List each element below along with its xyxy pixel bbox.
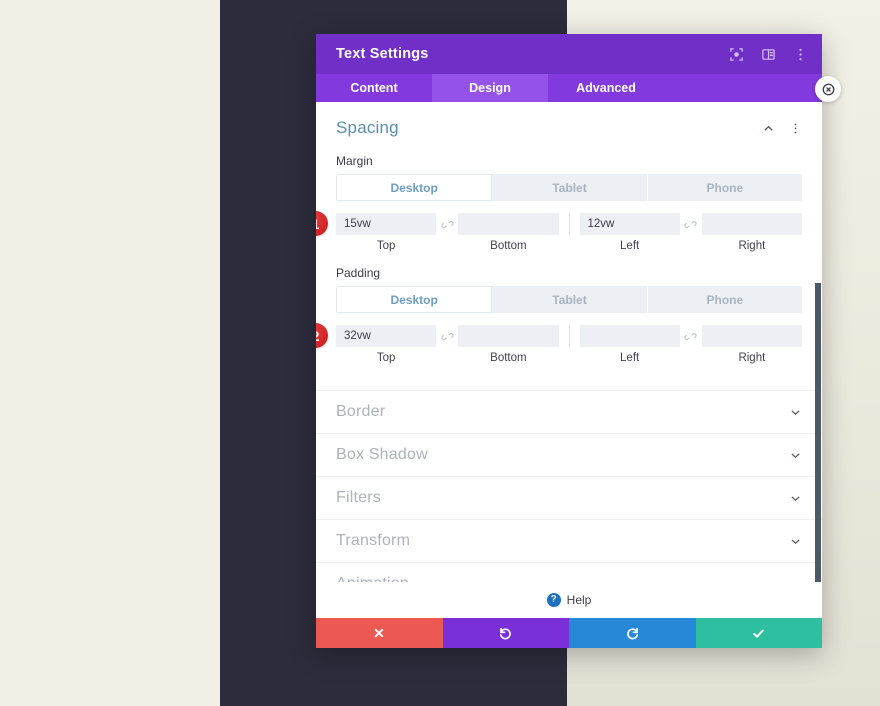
header-icon-group	[728, 46, 808, 62]
margin-bottom-field: Bottom	[458, 213, 559, 252]
annotation-badge-2: 2	[316, 323, 328, 348]
padding-left-caption: Left	[620, 352, 640, 364]
padding-left-input[interactable]	[579, 325, 680, 347]
padding-top-caption: Top	[376, 352, 396, 364]
annotation-badge-1: 1	[316, 211, 328, 236]
margin-device-desktop[interactable]: Desktop	[336, 174, 493, 201]
margin-top-field: Top	[336, 213, 437, 252]
help-label: Help	[566, 593, 592, 607]
tab-advanced[interactable]: Advanced	[548, 74, 664, 102]
padding-bottom-caption: Bottom	[490, 352, 527, 364]
chevron-down-icon[interactable]	[789, 578, 802, 582]
undo-button[interactable]	[442, 618, 569, 648]
padding-device-desktop[interactable]: Desktop	[336, 286, 493, 313]
section-label-box-shadow: Box Shadow	[336, 446, 428, 463]
page-title: Text Settings	[336, 46, 429, 62]
save-button[interactable]	[695, 618, 822, 648]
modal-scroll-body: Spacing Margin Desktop Tablet Phone 15vw…	[316, 102, 822, 582]
padding-top-field: Top	[336, 325, 437, 364]
modal-scrollbar-thumb[interactable]	[815, 283, 821, 582]
padding-divider	[568, 325, 570, 347]
chevron-down-icon[interactable]	[789, 449, 802, 462]
padding-device-toggle: Desktop Tablet Phone	[336, 286, 802, 313]
section-row-box-shadow[interactable]: Box Shadow	[316, 433, 822, 476]
margin-left-field: Left	[579, 213, 680, 252]
spacing-section-title: Spacing	[336, 118, 399, 137]
padding-device-phone[interactable]: Phone	[647, 286, 802, 313]
margin-left-input[interactable]	[579, 213, 680, 235]
margin-device-phone[interactable]: Phone	[647, 174, 802, 201]
section-row-animation[interactable]: Animation	[316, 562, 822, 582]
margin-top-caption: Top	[376, 240, 396, 252]
text-settings-modal: Text Settings Content Design Advanced Sp…	[316, 34, 841, 648]
padding-bottom-input[interactable]	[458, 325, 559, 347]
padding-left-field: Left	[579, 325, 680, 364]
padding-inputs-row: 2 Top Bottom	[316, 323, 802, 364]
padding-right-caption: Right	[738, 352, 766, 364]
close-modal-button[interactable]	[815, 76, 841, 102]
tab-bar: Content Design Advanced	[316, 74, 822, 102]
padding-horizontal-group: Left Right	[579, 325, 802, 364]
chevron-down-icon[interactable]	[789, 535, 802, 548]
padding-label: Padding	[336, 266, 381, 280]
padding-bottom-field: Bottom	[458, 325, 559, 364]
section-row-border[interactable]: Border	[316, 390, 822, 433]
margin-right-input[interactable]	[701, 213, 802, 235]
spacing-section-header: Spacing	[336, 102, 802, 150]
section-row-transform[interactable]: Transform	[316, 519, 822, 562]
margin-left-caption: Left	[620, 240, 640, 252]
chevron-up-icon[interactable]	[762, 122, 775, 135]
chevron-down-icon[interactable]	[789, 492, 802, 505]
padding-vertical-group: Top Bottom	[336, 325, 559, 364]
modal-header: Text Settings	[316, 34, 822, 74]
spacing-more-icon[interactable]	[789, 122, 802, 135]
more-options-icon[interactable]	[792, 46, 808, 62]
padding-top-input[interactable]	[336, 325, 437, 347]
help-row[interactable]: ? Help	[316, 582, 822, 618]
cancel-button[interactable]	[316, 618, 443, 648]
padding-vertical-unlink-icon[interactable]	[436, 325, 458, 347]
padding-right-field: Right	[701, 325, 802, 364]
tab-content[interactable]: Content	[316, 74, 432, 102]
padding-device-tablet[interactable]: Tablet	[492, 286, 648, 313]
modal-action-bar	[316, 618, 822, 648]
section-label-filters: Filters	[336, 489, 381, 506]
help-icon: ?	[546, 593, 561, 607]
margin-vertical-unlink-icon[interactable]	[436, 213, 458, 235]
chevron-down-icon[interactable]	[789, 406, 802, 419]
margin-inputs-row: 1 Top Bottom	[316, 211, 802, 252]
margin-right-caption: Right	[738, 240, 766, 252]
margin-device-tablet[interactable]: Tablet	[492, 174, 648, 201]
spacing-section: Spacing Margin Desktop Tablet Phone 15vw…	[316, 102, 822, 364]
section-row-filters[interactable]: Filters	[316, 476, 822, 519]
margin-label: Margin	[336, 154, 373, 168]
padding-horizontal-unlink-icon[interactable]	[680, 325, 702, 347]
layout-icon[interactable]	[760, 46, 776, 62]
section-label-border: Border	[336, 403, 386, 420]
margin-horizontal-group: Left Right	[579, 213, 802, 252]
margin-device-toggle: Desktop Tablet Phone	[336, 174, 802, 201]
section-label-animation: Animation	[336, 575, 789, 582]
section-label-transform: Transform	[336, 532, 411, 549]
margin-right-field: Right	[701, 213, 802, 252]
tab-design[interactable]: Design	[432, 74, 548, 102]
margin-bottom-caption: Bottom	[490, 240, 527, 252]
margin-horizontal-unlink-icon[interactable]	[680, 213, 702, 235]
padding-right-input[interactable]	[701, 325, 802, 347]
margin-top-input[interactable]	[336, 213, 437, 235]
margin-vertical-group: Top Bottom	[336, 213, 559, 252]
margin-bottom-input[interactable]	[458, 213, 559, 235]
expand-icon[interactable]	[728, 46, 744, 62]
margin-divider	[568, 213, 570, 235]
collapsed-sections-list: Border Box Shadow Filters Transform	[316, 390, 822, 582]
redo-button[interactable]	[569, 618, 696, 648]
